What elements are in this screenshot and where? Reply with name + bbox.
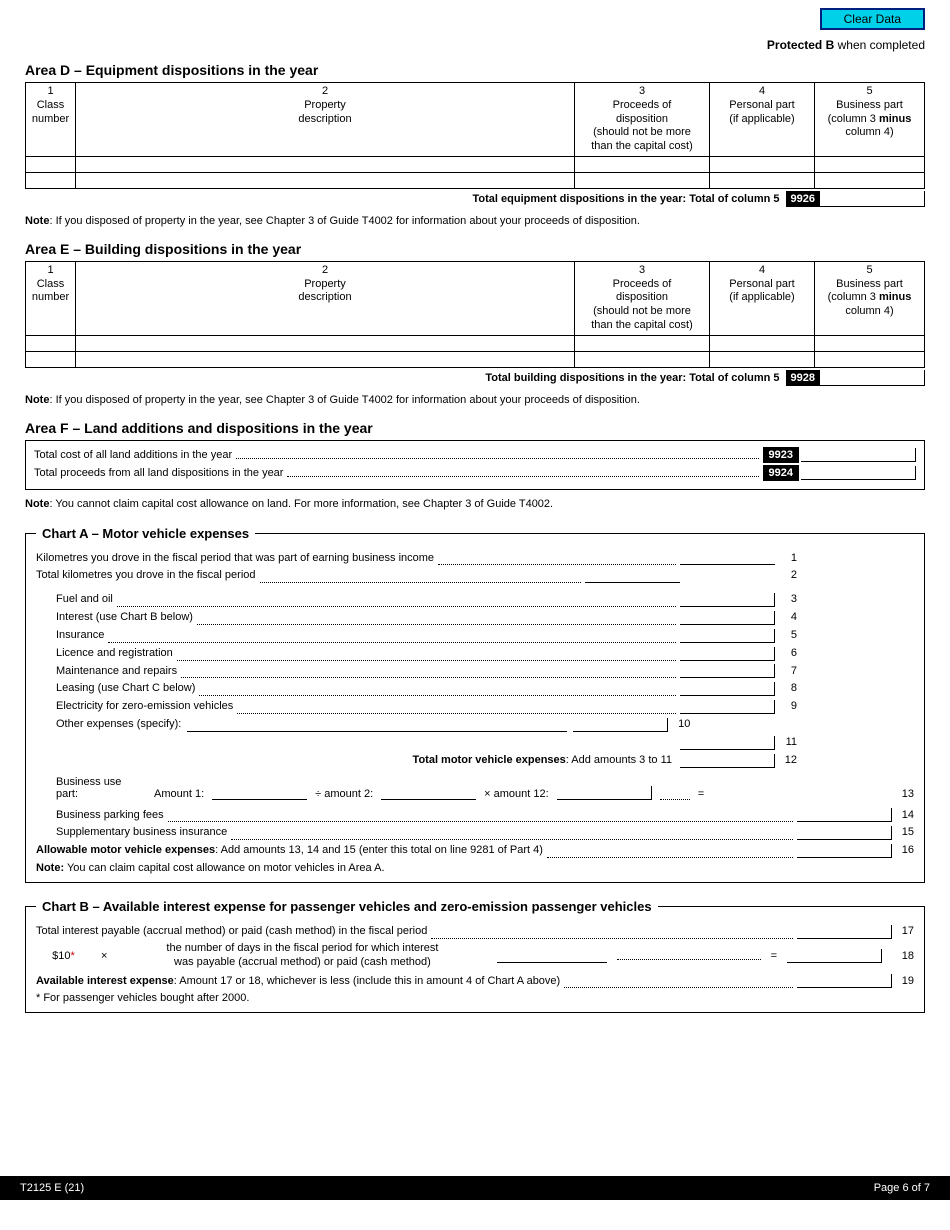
area-f-input2[interactable] xyxy=(801,466,916,480)
chart-b-footnote: * For passenger vehicles bought after 20… xyxy=(36,992,914,1004)
area-d-cell[interactable] xyxy=(26,156,76,172)
area-e-total-label: Total building dispositions in the year:… xyxy=(25,372,786,384)
protected-label: Protected B when completed xyxy=(25,38,925,52)
chart-a-input-8[interactable] xyxy=(680,682,775,696)
chart-a-input-9[interactable] xyxy=(680,700,775,714)
area-e-total-input[interactable] xyxy=(820,370,925,386)
area-d-note: Note: If you disposed of property in the… xyxy=(25,215,925,227)
chart-a-input-16[interactable] xyxy=(797,844,892,858)
area-f-code1: 9923 xyxy=(763,447,799,463)
chart-b-title: Chart B – Available interest expense for… xyxy=(36,899,658,914)
area-e-title: Area E – Building dispositions in the ye… xyxy=(25,241,925,257)
chart-a-input-15[interactable] xyxy=(797,826,892,840)
chart-a-input-6[interactable] xyxy=(680,647,775,661)
chart-a-title: Chart A – Motor vehicle expenses xyxy=(36,526,255,541)
area-e-note: Note: If you disposed of property in the… xyxy=(25,394,925,406)
chart-a-input-1[interactable] xyxy=(680,551,775,565)
chart-a-amount1[interactable] xyxy=(212,786,307,800)
page-number: Page 6 of 7 xyxy=(874,1182,930,1194)
chart-a-input-5[interactable] xyxy=(680,629,775,643)
area-f-note: Note: You cannot claim capital cost allo… xyxy=(25,498,925,510)
area-f-line1: Total cost of all land additions in the … xyxy=(34,449,232,461)
chart-a-input-11[interactable] xyxy=(680,736,775,750)
chart-a-input-7[interactable] xyxy=(680,664,775,678)
chart-a-other-specify[interactable] xyxy=(187,718,567,732)
area-d-total-code: 9926 xyxy=(786,191,820,207)
area-f-line2: Total proceeds from all land disposition… xyxy=(34,467,283,479)
form-id: T2125 E (21) xyxy=(20,1182,84,1194)
chart-a: Chart A – Motor vehicle expenses Kilomet… xyxy=(25,526,925,884)
chart-a-input-3[interactable] xyxy=(680,593,775,607)
area-d-title: Area D – Equipment dispositions in the y… xyxy=(25,62,925,78)
chart-b: Chart B – Available interest expense for… xyxy=(25,899,925,1013)
chart-b-input-19[interactable] xyxy=(797,974,892,988)
chart-a-note: Note: You can claim capital cost allowan… xyxy=(36,862,914,874)
area-d-table: 1Classnumber 2Propertydescription 3Proce… xyxy=(25,82,925,189)
chart-a-input-2[interactable] xyxy=(585,569,680,583)
area-f-code2: 9924 xyxy=(763,465,799,481)
chart-a-input-10[interactable] xyxy=(573,718,668,732)
area-f-input1[interactable] xyxy=(801,448,916,462)
chart-a-amount12[interactable] xyxy=(557,786,652,800)
chart-a-input-4[interactable] xyxy=(680,611,775,625)
chart-b-input-18[interactable] xyxy=(787,949,882,963)
area-f-title: Area F – Land additions and dispositions… xyxy=(25,420,925,436)
chart-a-amount2[interactable] xyxy=(381,786,476,800)
clear-data-button[interactable]: Clear Data xyxy=(820,8,925,30)
page-footer: T2125 E (21) Page 6 of 7 xyxy=(0,1176,950,1200)
chart-a-input-12[interactable] xyxy=(680,754,775,768)
chart-b-input-17[interactable] xyxy=(797,925,892,939)
chart-b-days-input[interactable] xyxy=(497,949,607,963)
area-e-table: 1Classnumber 2Propertydescription 3Proce… xyxy=(25,261,925,368)
chart-a-input-14[interactable] xyxy=(797,808,892,822)
area-e-total-code: 9928 xyxy=(786,370,820,386)
area-d-total-input[interactable] xyxy=(820,191,925,207)
area-d-total-label: Total equipment dispositions in the year… xyxy=(25,193,786,205)
